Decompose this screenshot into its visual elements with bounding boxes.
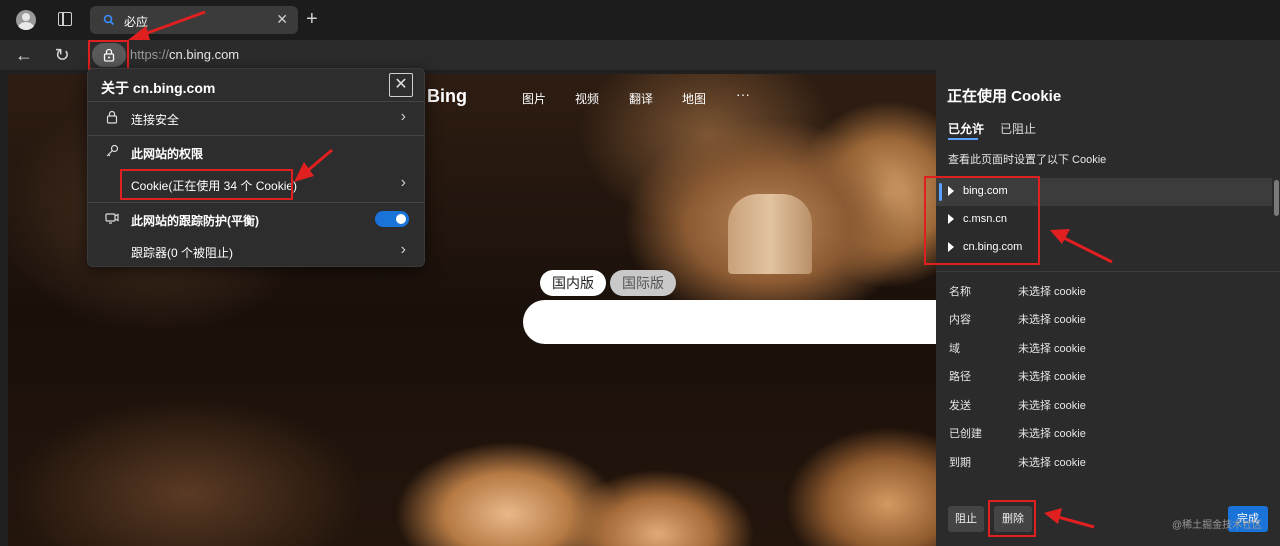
search-input[interactable] <box>523 300 936 344</box>
tracking-row: 此网站的跟踪防护(平衡) <box>88 203 424 235</box>
tab-actions-icon[interactable] <box>58 12 72 26</box>
panel-title: 正在使用 Cookie <box>947 88 1062 105</box>
site-info-popup: 关于 cn.bing.com ✕ 连接安全 › 此网站的权限 Cookie(正在… <box>87 68 425 267</box>
background-rock <box>728 194 812 274</box>
close-icon[interactable]: ✕ <box>389 73 413 97</box>
nav-more-icon[interactable]: ··· <box>736 86 750 102</box>
connection-label: 连接安全 <box>131 113 180 127</box>
delete-highlight-box <box>988 500 1036 537</box>
popup-title: 关于 cn.bing.com <box>101 80 216 96</box>
nav-translate[interactable]: 翻译 <box>629 90 653 107</box>
detail-row: 已创建 未选择 cookie <box>949 428 1086 440</box>
tab-title: 必应 <box>124 15 149 29</box>
new-tab-icon[interactable]: + <box>306 8 318 30</box>
divider <box>936 271 1280 272</box>
tab-allowed[interactable]: 已允许 <box>948 120 984 140</box>
trackers-row[interactable]: 跟踪器(0 个被阻止) › <box>88 235 424 267</box>
tracking-label: 此网站的跟踪防护(平衡) <box>131 214 259 228</box>
cookies-highlight-box <box>120 169 293 200</box>
detail-row: 到期 未选择 cookie <box>949 457 1086 469</box>
chevron-right-icon: › <box>400 174 406 191</box>
cookies-panel: 正在使用 Cookie 已允许 已阻止 查看此页面时设置了以下 Cookie b… <box>924 70 1280 546</box>
bing-logo[interactable]: Bing <box>427 86 467 107</box>
detail-row: 名称 未选择 cookie <box>949 286 1086 298</box>
close-tab-icon[interactable]: ✕ <box>276 11 288 28</box>
lock-icon <box>106 110 118 124</box>
chevron-right-icon: › <box>400 241 406 258</box>
tab-strip: 必应 ✕ + <box>0 0 1280 40</box>
permissions-row: 此网站的权限 <box>88 136 424 168</box>
tracking-toggle[interactable] <box>375 211 409 227</box>
detail-row: 域未选择 cookie <box>949 343 1086 355</box>
detail-row: 发送 未选择 cookie <box>949 400 1086 412</box>
block-button[interactable]: 阻止 <box>948 506 984 532</box>
search-favicon-icon <box>103 14 115 26</box>
tracking-prevention-icon <box>105 213 119 224</box>
nav-maps[interactable]: 地图 <box>682 90 706 107</box>
tab-domestic[interactable]: 国内版 <box>540 270 606 296</box>
tab-international[interactable]: 国际版 <box>610 270 676 296</box>
market-tabs: 国内版 国际版 <box>540 270 676 296</box>
back-arrow-icon[interactable]: ← <box>14 45 34 65</box>
domains-highlight-box <box>924 176 1040 265</box>
key-icon <box>106 144 119 157</box>
toolbar: ← ↻ https://cn.bing.com <box>0 40 1280 70</box>
trackers-label: 跟踪器(0 个被阻止) <box>131 246 234 260</box>
nav-images[interactable]: 图片 <box>522 90 546 107</box>
refresh-icon[interactable]: ↻ <box>52 45 72 65</box>
chevron-right-icon: › <box>400 108 406 125</box>
tab-blocked[interactable]: 已阻止 <box>1000 120 1036 137</box>
scrollbar[interactable] <box>1274 180 1279 216</box>
profile-avatar-icon[interactable] <box>16 10 36 30</box>
lock-highlight-box <box>88 40 129 70</box>
connection-row[interactable]: 连接安全 › <box>88 102 424 134</box>
tab-bing[interactable]: 必应 ✕ <box>90 6 298 34</box>
panel-description: 查看此页面时设置了以下 Cookie <box>948 154 1107 166</box>
address-bar[interactable]: https://cn.bing.com <box>130 47 239 62</box>
detail-row: 内容 未选择 cookie <box>949 314 1086 326</box>
nav-videos[interactable]: 视频 <box>575 90 599 107</box>
detail-row: 路径 未选择 cookie <box>949 371 1086 383</box>
permissions-label: 此网站的权限 <box>131 147 204 161</box>
watermark: @稀土掘金技术社区 <box>1172 520 1263 531</box>
